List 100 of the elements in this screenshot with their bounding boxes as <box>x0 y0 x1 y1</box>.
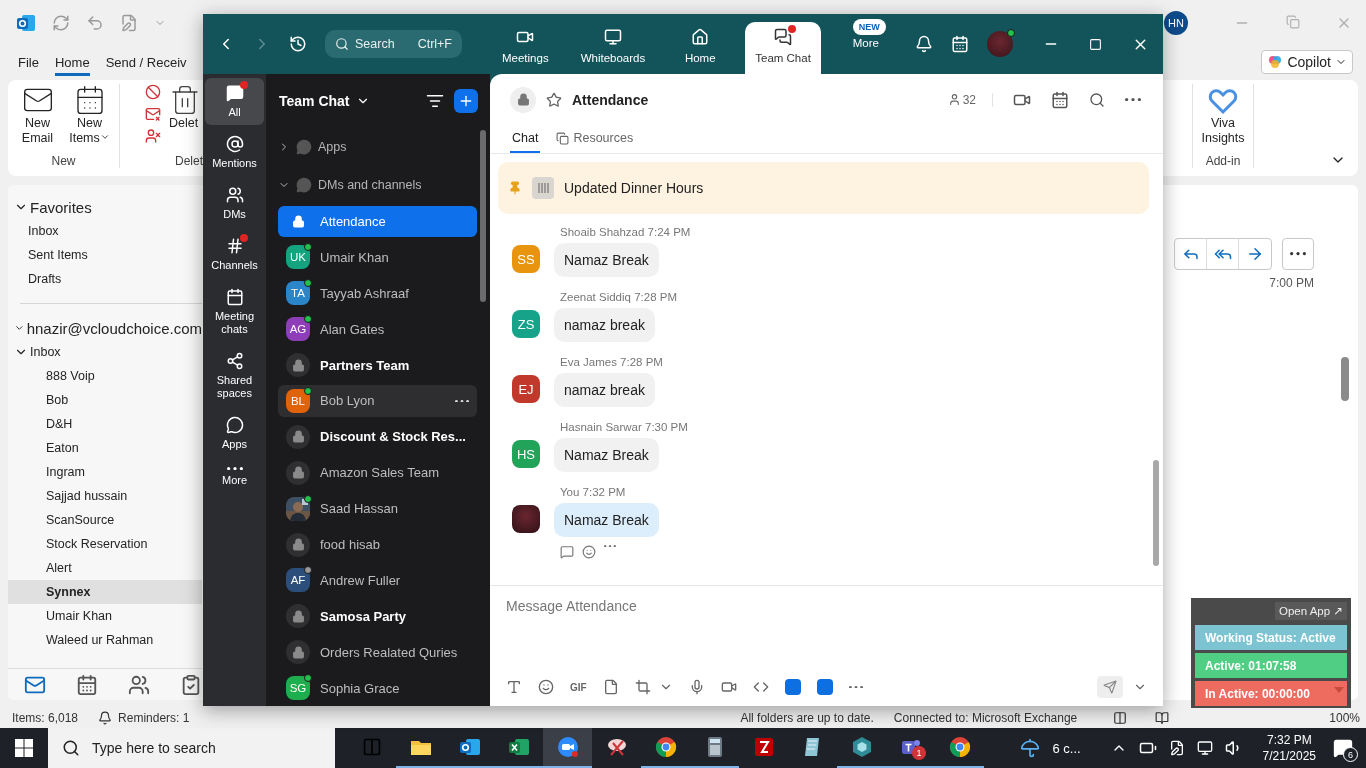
calendar-icon[interactable] <box>76 673 98 696</box>
search-icon[interactable] <box>1089 91 1105 108</box>
user-avatar[interactable]: HN <box>1164 11 1188 35</box>
maximize-icon[interactable] <box>1089 37 1102 51</box>
app-icon[interactable] <box>784 679 801 695</box>
chat-list-item[interactable]: food hisab <box>278 528 477 561</box>
folder-item[interactable]: Inbox <box>8 219 202 243</box>
more-icon[interactable] <box>604 545 616 548</box>
chat-list-item[interactable]: AF Andrew Fuller <box>278 564 477 597</box>
new-chat-button[interactable] <box>454 88 478 113</box>
ribbon-button[interactable]: New Email <box>15 84 60 146</box>
user-avatar[interactable] <box>987 31 1013 57</box>
folder-item[interactable]: Umair Khan <box>8 604 202 628</box>
channel-tab[interactable]: Resources <box>554 125 636 153</box>
nav-tab[interactable]: Team Chat <box>745 22 821 74</box>
account-header[interactable]: hnazir@vcloudchoice.com <box>8 316 202 340</box>
folder-item[interactable]: Waleed ur Rahman <box>8 628 202 652</box>
folder-item[interactable]: Ingram <box>8 460 202 484</box>
nav-tab[interactable]: Whiteboards <box>570 22 656 74</box>
folder-item[interactable]: 888 Voip <box>8 364 202 388</box>
chat-list-item[interactable]: Saad Hassan <box>278 492 477 525</box>
chat-list-item[interactable]: UK Umair Khan <box>278 241 477 274</box>
send-button[interactable] <box>1097 676 1123 698</box>
folder-item[interactable]: Synnex <box>8 580 202 604</box>
umbrella-icon[interactable] <box>1020 738 1041 758</box>
folder-item[interactable]: Alert <box>8 556 202 580</box>
open-app-button[interactable]: Open App ↗ <box>1275 602 1347 620</box>
notifications-button[interactable]: 6 <box>1328 733 1358 763</box>
more-icon[interactable] <box>848 685 863 689</box>
nav-tab[interactable]: NEW More <box>832 22 899 74</box>
mail-delete-icon[interactable] <box>145 106 161 122</box>
chat-list-item[interactable]: TA Tayyab Ashraaf <box>278 277 477 310</box>
sidebar-item[interactable]: Shared spaces <box>205 346 264 406</box>
chat-list-item[interactable]: BL Bob Lyon <box>278 385 477 417</box>
folder-item[interactable]: Stock Reservation <box>8 532 202 556</box>
sidebar-item[interactable]: Mentions <box>205 129 264 176</box>
ignore-icon[interactable] <box>145 84 161 100</box>
chat-list-item[interactable]: Partners Team <box>278 349 477 381</box>
chat-list-item[interactable]: Samosa Party <box>278 600 477 633</box>
reply-button-group[interactable] <box>1174 238 1272 270</box>
scrollbar[interactable] <box>1153 460 1159 566</box>
nav-tab[interactable]: Meetings <box>492 22 559 74</box>
reading-view-icon[interactable] <box>1155 711 1170 725</box>
sidebar-item[interactable]: Meeting chats <box>205 282 264 342</box>
calendar-icon[interactable] <box>1051 90 1069 109</box>
more-icon[interactable] <box>455 399 469 403</box>
app-tray-icon[interactable] <box>1168 740 1185 756</box>
sidebar-item[interactable]: Channels <box>205 231 264 278</box>
folder-item[interactable]: D&H <box>8 412 202 436</box>
list-title-dropdown[interactable]: Team Chat <box>279 92 370 109</box>
taskbar-app[interactable]: 1 <box>886 728 935 768</box>
folder-header[interactable]: Favorites <box>8 195 202 219</box>
chat-list-item[interactable]: SG Sophia Grace <box>278 672 477 705</box>
code-icon[interactable] <box>752 679 769 695</box>
people-icon[interactable] <box>128 673 150 696</box>
history-icon[interactable] <box>289 35 307 53</box>
clock[interactable]: 7:32 PM 7/21/2025 <box>1262 732 1316 764</box>
viva-insights-button[interactable]: Viva Insights <box>1197 84 1249 146</box>
nav-tab[interactable]: Home <box>667 22 734 74</box>
bell-icon[interactable] <box>915 35 933 53</box>
more-icon[interactable] <box>1125 97 1141 102</box>
chat-list-item[interactable]: Attendance <box>278 205 477 238</box>
search-field[interactable]: Search Ctrl+F <box>325 30 462 58</box>
emoji-icon[interactable] <box>538 679 554 695</box>
folder-item[interactable]: ScanSource <box>8 508 202 532</box>
members-button[interactable]: 32 <box>947 92 993 107</box>
section-header[interactable]: Apps <box>266 127 490 166</box>
sidebar-item[interactable]: DMs <box>205 180 264 227</box>
section-header[interactable]: DMs and channels <box>266 165 490 204</box>
folder-item[interactable]: Drafts <box>8 267 202 291</box>
menu-tab[interactable]: Home <box>54 48 90 76</box>
screenshot-icon[interactable] <box>634 679 651 695</box>
emoji-icon[interactable] <box>582 545 596 559</box>
folder-item[interactable]: Sajjad hussain <box>8 484 202 508</box>
ribbon-button[interactable]: New Items <box>67 84 112 146</box>
more-button[interactable] <box>1282 238 1314 270</box>
reminders-count[interactable]: Reminders: 1 <box>118 711 190 725</box>
caret-icon[interactable] <box>99 132 110 142</box>
menu-tab[interactable]: Send / Receiv <box>105 48 187 76</box>
block-sender-icon[interactable] <box>145 128 161 144</box>
normal-view-icon[interactable] <box>1113 711 1128 725</box>
sidebar-item[interactable]: Apps <box>205 410 264 457</box>
menu-tab[interactable]: File <box>18 48 39 76</box>
delete-button[interactable]: Delet <box>169 84 203 131</box>
sidebar-item[interactable]: More <box>205 461 264 494</box>
folder-item[interactable]: Bob <box>8 388 202 412</box>
file-icon[interactable] <box>602 679 619 695</box>
taskbar-app[interactable] <box>543 728 592 768</box>
network-icon[interactable] <box>1196 740 1213 756</box>
chat-list-item[interactable]: Amazon Sales Team <box>278 456 477 489</box>
app-icon[interactable] <box>816 679 833 695</box>
folder-item[interactable]: Eaton <box>8 436 202 460</box>
taskbar-search-field[interactable]: Type here to search <box>48 728 335 768</box>
text-format-icon[interactable] <box>506 679 522 695</box>
weather-text[interactable]: 6 c... <box>1052 740 1081 756</box>
reply-icon[interactable] <box>560 545 574 559</box>
folder-item[interactable]: Inbox <box>8 340 202 364</box>
gif-button[interactable]: GIF <box>570 681 587 693</box>
calendar-icon[interactable] <box>951 35 969 53</box>
scrollbar[interactable] <box>1341 357 1349 401</box>
